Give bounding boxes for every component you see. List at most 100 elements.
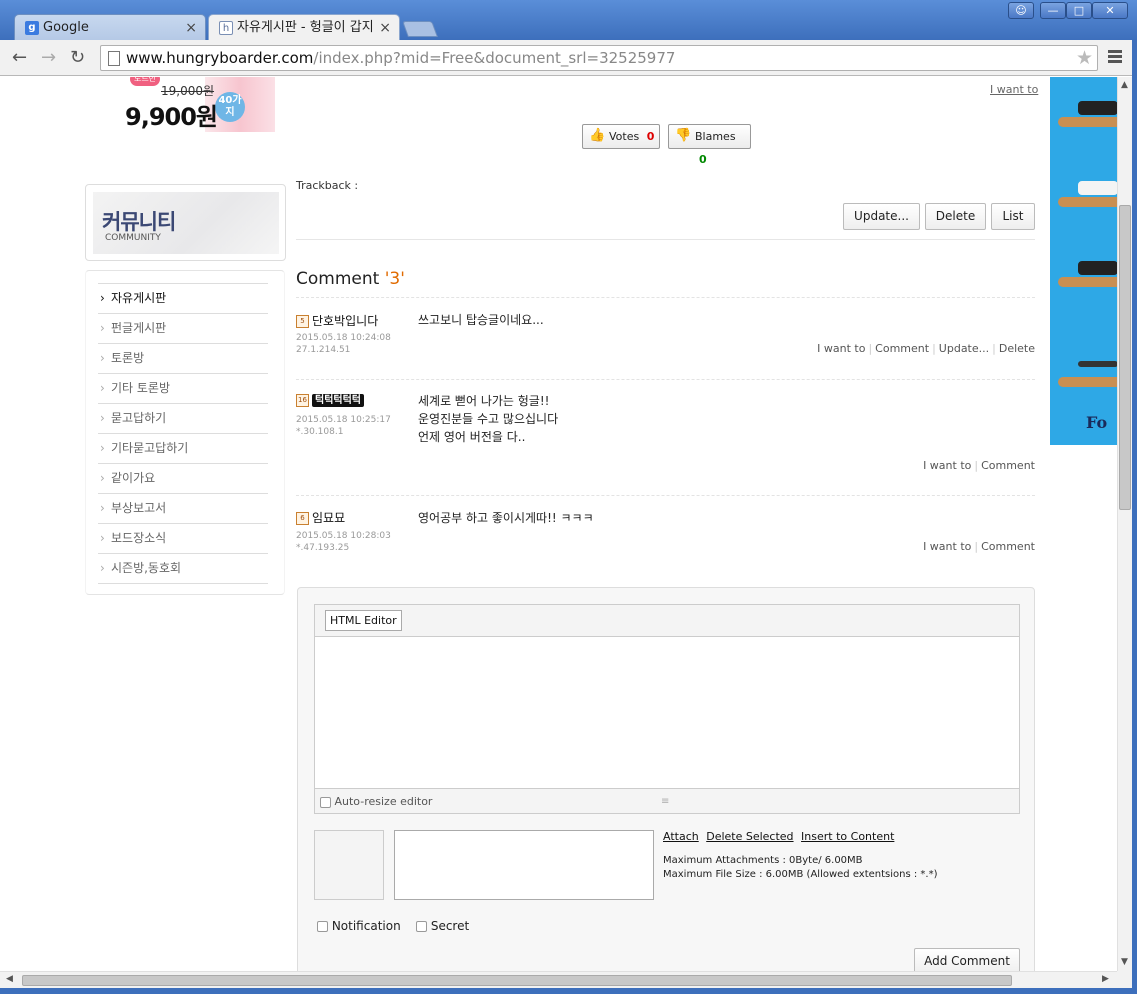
reply-link[interactable]: Comment bbox=[981, 540, 1035, 553]
sidebar-item-qna[interactable]: 묻고답하기 bbox=[98, 404, 268, 434]
comment-ip: 27.1.214.51 bbox=[296, 345, 351, 355]
community-subtitle: COMMUNITY bbox=[105, 233, 161, 243]
sidebar-item-free-board[interactable]: 자유게시판 bbox=[98, 284, 268, 314]
list-button[interactable]: List bbox=[991, 203, 1035, 230]
new-tab-button[interactable] bbox=[402, 21, 438, 37]
comment-ip: *.30.108.1 bbox=[296, 427, 344, 437]
sidebar-item-go-together[interactable]: 같이가요 bbox=[98, 464, 268, 494]
comment-editor: HTML Editor Auto-resize editor ≡ bbox=[314, 604, 1020, 814]
update-button[interactable]: Update... bbox=[843, 203, 920, 230]
forward-arrow-icon[interactable]: → bbox=[41, 48, 56, 68]
comment-body: 쓰고보니 탑승글이네요... bbox=[418, 313, 544, 327]
i-want-to-link[interactable]: I want to bbox=[817, 342, 865, 355]
sidebar-item-injury-report[interactable]: 부상보고서 bbox=[98, 494, 268, 524]
scroll-right-icon[interactable]: ▶ bbox=[1102, 974, 1109, 984]
insert-to-content-link[interactable]: Insert to Content bbox=[801, 830, 894, 843]
sandal-ad-banner[interactable]: Fo bbox=[1050, 77, 1117, 445]
page-viewport: 40가지 도트만 19,000원 9,900원 I want to 👍 Vote… bbox=[0, 77, 1117, 971]
blames-count: 0 bbox=[699, 153, 707, 166]
level-icon: 5 bbox=[296, 315, 309, 328]
reply-link[interactable]: Comment bbox=[981, 459, 1035, 472]
comment-meta: 2015.05.18 10:24:08 27.1.214.51 bbox=[296, 332, 391, 356]
editor-textarea[interactable] bbox=[315, 638, 1019, 788]
promo-banner[interactable]: 40가지 도트만 19,000원 9,900원 bbox=[125, 77, 275, 132]
comment-author[interactable]: 16 턱턱턱턱턱 bbox=[296, 393, 364, 407]
address-bar[interactable]: www.hungryboarder.com/index.php?mid=Free… bbox=[100, 45, 1098, 71]
sidebar-item-discussion[interactable]: 토론방 bbox=[98, 344, 268, 374]
notification-checkbox[interactable] bbox=[317, 921, 328, 932]
secret-option[interactable]: Secret bbox=[416, 919, 469, 933]
add-comment-button[interactable]: Add Comment bbox=[914, 948, 1020, 971]
tab-google[interactable]: g Google × bbox=[14, 14, 206, 40]
comment-heading: Comment '3' bbox=[296, 269, 405, 289]
vertical-scrollbar[interactable]: ▲ ▼ bbox=[1117, 77, 1132, 971]
comment-author[interactable]: 5 단호박입니다 bbox=[296, 312, 378, 329]
sandal-image bbox=[1058, 357, 1117, 387]
thumbs-down-icon: 👎 bbox=[675, 128, 692, 143]
sandal-image bbox=[1058, 97, 1117, 127]
page-icon bbox=[108, 51, 120, 66]
sandal-image bbox=[1058, 177, 1117, 207]
delete-link[interactable]: Delete bbox=[999, 342, 1035, 355]
scroll-up-icon[interactable]: ▲ bbox=[1121, 80, 1128, 90]
comment-ip: *.47.193.25 bbox=[296, 543, 350, 553]
minimize-icon[interactable]: — bbox=[1040, 2, 1066, 19]
auto-resize-toggle[interactable]: Auto-resize editor bbox=[320, 795, 432, 808]
community-banner: 커뮤니티 COMMUNITY bbox=[93, 192, 279, 254]
update-link[interactable]: Update... bbox=[939, 342, 989, 355]
comment-author[interactable]: 6 임묘묘 bbox=[296, 509, 345, 526]
i-want-to-link[interactable]: I want to bbox=[990, 83, 1038, 96]
reply-link[interactable]: Comment bbox=[875, 342, 929, 355]
thumbs-up-icon: 👍 bbox=[589, 128, 606, 143]
comment-body: 영어공부 하고 좋이시게따!! ㅋㅋㅋ bbox=[418, 511, 594, 525]
sidebar-item-other-qna[interactable]: 기타묻고답하기 bbox=[98, 434, 268, 464]
delete-button[interactable]: Delete bbox=[925, 203, 986, 230]
close-tab-icon[interactable]: × bbox=[379, 15, 391, 41]
divider bbox=[296, 297, 1035, 298]
nickname-image: 턱턱턱턱턱 bbox=[312, 394, 364, 407]
sidebar-item-fun-board[interactable]: 펀글게시판 bbox=[98, 314, 268, 344]
bookmark-star-icon[interactable]: ★ bbox=[1076, 47, 1093, 69]
promo-badge: 40가지 bbox=[215, 92, 245, 122]
votes-button[interactable]: 👍 Votes 0 bbox=[582, 124, 660, 149]
reload-icon[interactable]: ↻ bbox=[70, 48, 85, 68]
i-want-to-link[interactable]: I want to bbox=[923, 459, 971, 472]
scroll-left-icon[interactable]: ◀ bbox=[6, 974, 13, 984]
checkbox[interactable] bbox=[320, 796, 331, 808]
maximize-icon[interactable]: □ bbox=[1066, 2, 1092, 19]
sidebar-item-resort-news[interactable]: 보드장소식 bbox=[98, 524, 268, 554]
comment-meta: 2015.05.18 10:28:03 *.47.193.25 bbox=[296, 530, 391, 554]
scroll-thumb[interactable] bbox=[1119, 205, 1131, 510]
scroll-down-icon[interactable]: ▼ bbox=[1121, 957, 1128, 967]
i-want-to-link[interactable]: I want to bbox=[923, 540, 971, 553]
divider bbox=[296, 495, 1035, 496]
tab-free-board[interactable]: h 자유게시판 - 헝글이 갑지 × bbox=[208, 14, 400, 40]
secret-checkbox[interactable] bbox=[416, 921, 427, 932]
delete-selected-link[interactable]: Delete Selected bbox=[706, 830, 793, 843]
attachment-list[interactable] bbox=[394, 830, 654, 900]
blames-button[interactable]: 👎 Blames 0 bbox=[668, 124, 751, 166]
comment-count: '3' bbox=[384, 269, 405, 289]
votes-count: 0 bbox=[646, 130, 655, 143]
notification-option[interactable]: Notification bbox=[317, 919, 401, 933]
tab-title: Google bbox=[43, 20, 89, 35]
level-icon: 16 bbox=[296, 394, 309, 407]
scroll-thumb[interactable] bbox=[22, 975, 1012, 986]
chrome-menu-icon[interactable] bbox=[1108, 50, 1122, 64]
back-arrow-icon[interactable]: ← bbox=[12, 48, 27, 68]
ad-brand-text: Fo bbox=[1086, 413, 1108, 432]
close-tab-icon[interactable]: × bbox=[185, 15, 197, 41]
comment-date: 2015.05.18 10:25:17 bbox=[296, 415, 391, 425]
html-editor-button[interactable]: HTML Editor bbox=[325, 610, 402, 631]
browser-toolbar: ← → ↻ www.hungryboarder.com/index.php?mi… bbox=[0, 40, 1137, 76]
horizontal-scrollbar[interactable]: ◀ ▶ bbox=[0, 971, 1117, 988]
resize-handle-icon[interactable]: ≡ bbox=[661, 796, 669, 807]
sidebar-item-other-discussion[interactable]: 기타 토론방 bbox=[98, 374, 268, 404]
window-close-icon[interactable]: ✕ bbox=[1092, 2, 1128, 19]
sidebar-nav: 자유게시판 펀글게시판 토론방 기타 토론방 묻고답하기 기타묻고답하기 같이가… bbox=[85, 270, 285, 595]
sidebar-item-season-club[interactable]: 시즌방,동호회 bbox=[98, 554, 268, 584]
comment-date: 2015.05.18 10:24:08 bbox=[296, 333, 391, 343]
user-profile-icon[interactable]: ☺ bbox=[1008, 2, 1034, 19]
window-border bbox=[1132, 40, 1137, 994]
attach-link[interactable]: Attach bbox=[663, 830, 699, 843]
